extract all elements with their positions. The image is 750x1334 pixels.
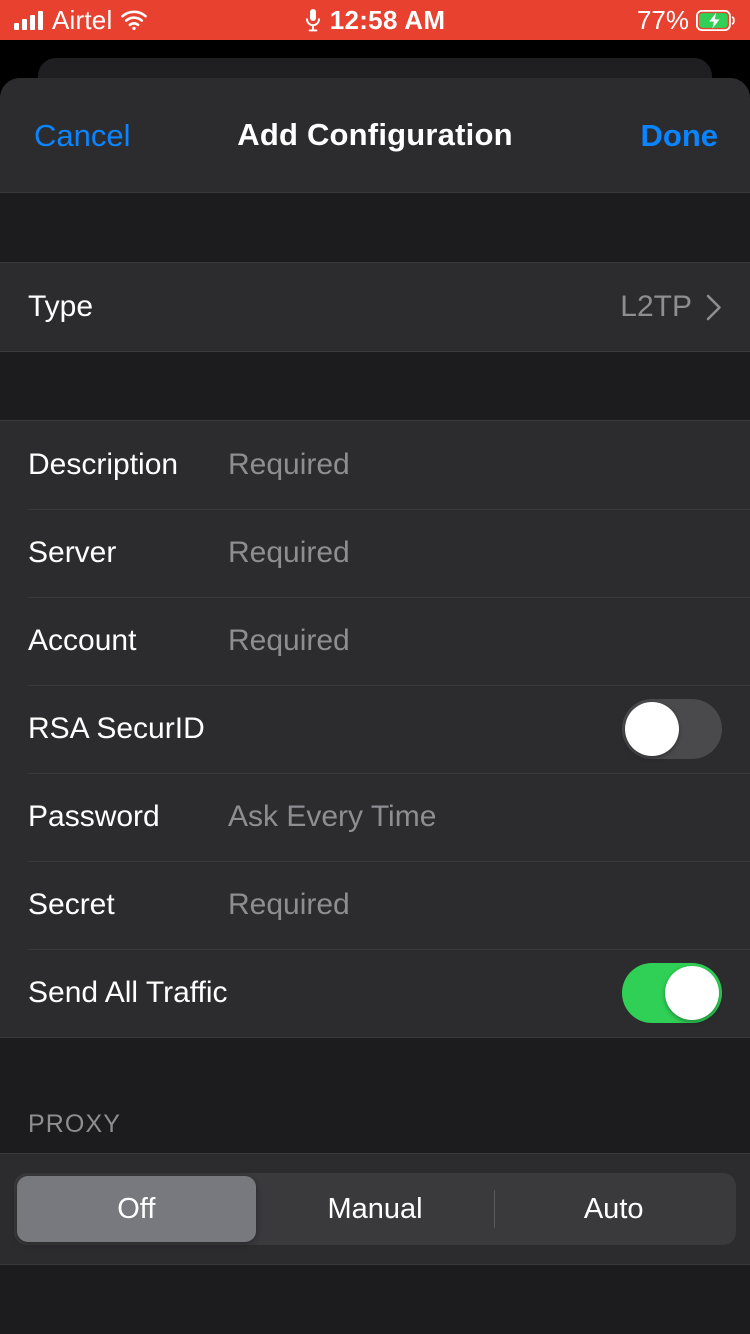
proxy-header-label: PROXY xyxy=(28,1110,122,1138)
description-input[interactable]: Required xyxy=(228,450,350,480)
row-send-all-traffic[interactable]: Send All Traffic xyxy=(0,949,750,1037)
phone-screen: Airtel 12:58 AM 77% Cancel Add Configura… xyxy=(0,0,750,1334)
section-gap-top xyxy=(0,193,750,262)
row-type[interactable]: Type L2TP xyxy=(0,263,750,351)
details-section: Description Required Server Required Acc… xyxy=(0,420,750,1038)
row-rsa-securid[interactable]: RSA SecurID xyxy=(0,685,750,773)
secret-input[interactable]: Required xyxy=(228,890,350,920)
row-label-server: Server xyxy=(28,536,117,569)
row-label-type: Type xyxy=(28,290,94,323)
row-label-rsa-securid: RSA SecurID xyxy=(28,712,205,745)
row-label-description: Description xyxy=(28,448,179,481)
segment-auto[interactable]: Auto xyxy=(494,1176,733,1242)
row-server[interactable]: Server Required xyxy=(0,509,750,597)
proxy-segmented-control[interactable]: Off Manual Auto xyxy=(14,1173,736,1245)
segment-manual[interactable]: Manual xyxy=(256,1176,495,1242)
sheet-bottom-area xyxy=(0,1265,750,1334)
section-gap-middle xyxy=(0,352,750,420)
add-configuration-sheet: Cancel Add Configuration Done Type L2TP xyxy=(0,78,750,1334)
row-password[interactable]: Password Ask Every Time xyxy=(0,773,750,861)
microphone-icon xyxy=(305,8,321,32)
navigation-bar: Cancel Add Configuration Done xyxy=(0,78,750,193)
type-section: Type L2TP xyxy=(0,262,750,352)
row-account[interactable]: Account Required xyxy=(0,597,750,685)
row-label-secret: Secret xyxy=(28,888,115,921)
toggle-knob xyxy=(665,966,719,1020)
rsa-securid-toggle-wrap xyxy=(622,699,722,759)
row-description[interactable]: Description Required xyxy=(0,421,750,509)
row-secret[interactable]: Secret Required xyxy=(0,861,750,949)
row-label-send-all-traffic: Send All Traffic xyxy=(28,976,228,1009)
password-input[interactable]: Ask Every Time xyxy=(228,802,436,832)
rsa-securid-toggle[interactable] xyxy=(622,699,722,759)
row-label-account: Account xyxy=(28,624,137,657)
server-input[interactable]: Required xyxy=(228,538,350,568)
toggle-knob xyxy=(625,702,679,756)
row-label-password: Password xyxy=(28,800,160,833)
proxy-section-header: PROXY xyxy=(0,1038,750,1153)
type-value: L2TP xyxy=(620,290,692,323)
segment-off[interactable]: Off xyxy=(17,1176,256,1242)
battery-charging-icon xyxy=(696,9,736,31)
status-bar: Airtel 12:58 AM 77% xyxy=(0,0,750,40)
battery-percentage: 77% xyxy=(636,5,689,35)
done-button[interactable]: Done xyxy=(637,114,723,157)
row-accessory-type: L2TP xyxy=(620,292,722,322)
chevron-right-icon xyxy=(706,294,722,321)
status-bar-clock: 12:58 AM xyxy=(329,5,446,35)
proxy-segmented-row: Off Manual Auto xyxy=(0,1153,750,1265)
send-all-traffic-toggle[interactable] xyxy=(622,963,722,1023)
send-all-traffic-toggle-wrap xyxy=(622,963,722,1023)
status-bar-right: 77% xyxy=(637,7,736,33)
account-input[interactable]: Required xyxy=(228,626,350,656)
